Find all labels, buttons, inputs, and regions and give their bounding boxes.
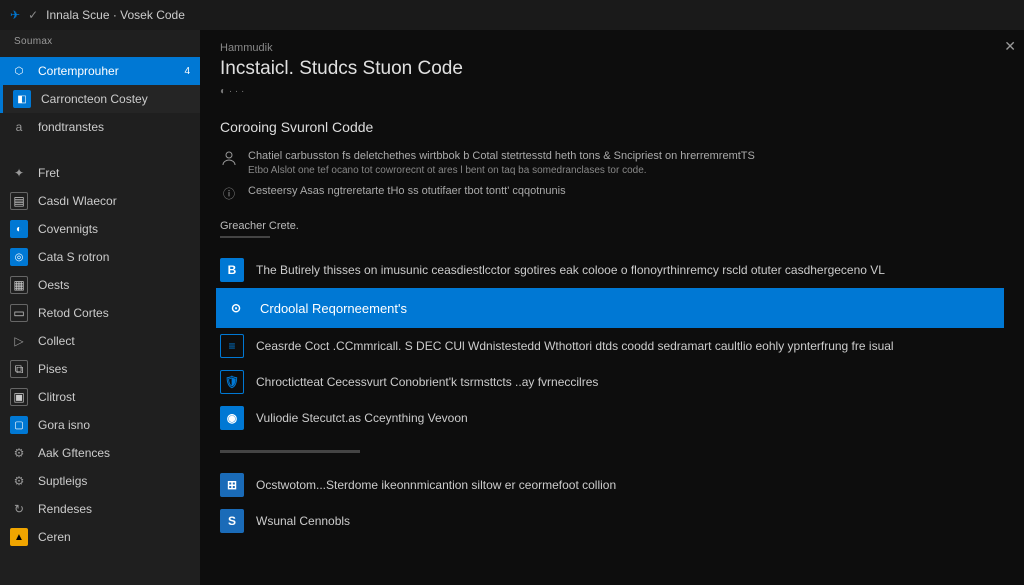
sidebar-item-label: Casdı Wlaecor <box>38 194 117 208</box>
page-sub-icons: ◐ · · · <box>220 86 1004 97</box>
info-text-2: Cesteersy Asas ngtreretarte tHo ss otuti… <box>248 184 566 199</box>
sidebar-icon: ◧ <box>13 90 31 108</box>
sidebar-item2-12[interactable]: ↻ Rendeses <box>0 495 200 523</box>
list-item-icon: B <box>220 258 244 282</box>
sidebar-item-label: Gora isno <box>38 418 90 432</box>
sidebar-icon: ⬡ <box>10 62 28 80</box>
list-item-2[interactable]: ≡ Ceasrde Coct .CCmmricall. S DEC CUl Wdn… <box>220 328 1004 364</box>
sidebar-icon: ◎ <box>10 248 28 266</box>
sidebar-item2-2[interactable]: ◐ Covennigts <box>0 215 200 243</box>
sidebar-item-label: Cata S rotron <box>38 250 109 264</box>
info-text-1-sub: Etbo Alslot one tef ocano tot cowrorecnt… <box>248 164 755 178</box>
main-content: ✕ Hammudik Incstaicl. Studcs Stuon Code … <box>200 30 1024 585</box>
sidebar-item-label: Fret <box>38 166 59 180</box>
sidebar: Soumax ⬡ Cortemprouher 4 ◧ Carroncteon Coste… <box>0 30 200 585</box>
sidebar-item2-8[interactable]: ▣ Clitrost <box>0 383 200 411</box>
sidebar-item2-10[interactable]: ⚙ Aak Gftences <box>0 439 200 467</box>
sidebar-item-label: Collect <box>38 334 75 348</box>
list-item-icon: ≡ <box>220 334 244 358</box>
sidebar-item-label: Cortemprouher <box>38 64 119 78</box>
sidebar-icon: ⧉ <box>10 360 28 378</box>
sidebar-item-label: Ceren <box>38 530 71 544</box>
list-item-1[interactable]: ⊙ Crdoolal Reqorneement's <box>216 288 1004 328</box>
sidebar-item-label: Oests <box>38 278 69 292</box>
sidebar-item-label: Covennigts <box>38 222 98 236</box>
list-item-icon: ◉ <box>220 406 244 430</box>
sidebar-icon: ▦ <box>10 276 28 294</box>
sidebar-icon: ▢ <box>10 416 28 434</box>
list-item-icon: S <box>220 509 244 533</box>
person-icon <box>220 149 238 167</box>
sidebar-item2-7[interactable]: ⧉ Pises <box>0 355 200 383</box>
sidebar-item-label: fondtranstes <box>38 120 104 134</box>
sidebar-section-label: Soumax <box>0 30 200 53</box>
titlebar: ✈ ✓ Innala Scue · Vosek Code <box>0 0 1024 30</box>
sidebar-item2-6[interactable]: ▷ Collect <box>0 327 200 355</box>
sidebar-item-label: Carroncteon Costey <box>41 92 148 106</box>
sidebar-item2-3[interactable]: ◎ Cata S rotron <box>0 243 200 271</box>
sidebar-icon: ⚙ <box>10 472 28 490</box>
sidebar-item2-5[interactable]: ▭ Retod Cortes <box>0 299 200 327</box>
sidebar-icon: ▷ <box>10 332 28 350</box>
list-item-text: Wsunal Cennobls <box>256 514 350 528</box>
divider <box>220 236 270 238</box>
sidebar-item-label: Retod Cortes <box>38 306 109 320</box>
sidebar-item2-13[interactable]: ▲ Ceren <box>0 523 200 551</box>
page-title: Incstaicl. Studcs Stuon Code <box>220 58 1004 80</box>
sidebar-item2-1[interactable]: ▤ Casdı Wlaecor <box>0 187 200 215</box>
sidebar-item-0[interactable]: ⬡ Cortemprouher 4 <box>0 57 200 85</box>
sidebar-icon: ✦ <box>10 164 28 182</box>
list-item-icon: 🛡 <box>220 370 244 394</box>
app-title: Innala Scue · Vosek Code <box>46 8 185 22</box>
sidebar-icon: ▣ <box>10 388 28 406</box>
list-item-text: Vuliodie Stecutct.as Cceynthing Vevoon <box>256 411 468 425</box>
sidebar-icon: ⚙ <box>10 444 28 462</box>
list-item-icon: ⊞ <box>220 473 244 497</box>
badge: 4 <box>184 66 190 77</box>
sidebar-item2-11[interactable]: ⚙ Suptleigs <box>0 467 200 495</box>
sidebar-icon: ◐ <box>10 220 28 238</box>
info-text-1: Chatiel carbusston fs deletchethes wirtb… <box>248 149 755 164</box>
list-item-3[interactable]: 🛡 Chroctictteat Cecessvurt Conobrient'k t… <box>220 364 1004 400</box>
divider <box>220 450 360 453</box>
sub-heading: Greacher Crete. <box>220 220 1004 232</box>
list-item-text: The Butirely thisses on imusunic ceasdie… <box>256 263 885 277</box>
list-item-text: Ocstwotom...Sterdome ikeonnmicantion sil… <box>256 478 616 492</box>
sidebar-item-1[interactable]: ◧ Carroncteon Costey <box>0 85 200 113</box>
list-item-text: Chroctictteat Cecessvurt Conobrient'k ts… <box>256 375 598 389</box>
titlebar-check-icon: ✓ <box>28 8 38 22</box>
info-icon: ⓘ <box>220 184 238 202</box>
sidebar-icon: ▭ <box>10 304 28 322</box>
sidebar-icon: ↻ <box>10 500 28 518</box>
sidebar-item2-4[interactable]: ▦ Oests <box>0 271 200 299</box>
sidebar-item-label: Pises <box>38 362 67 376</box>
sidebar-item2-9[interactable]: ▢ Gora isno <box>0 411 200 439</box>
sidebar-icon: ▲ <box>10 528 28 546</box>
breadcrumb: Hammudik <box>220 42 1004 54</box>
sidebar-item-label: Clitrost <box>38 390 75 404</box>
sidebar-item2-0[interactable]: ✦ Fret <box>0 159 200 187</box>
close-button[interactable]: ✕ <box>1004 38 1016 55</box>
sidebar-item-label: Suptleigs <box>38 474 87 488</box>
list-item-text: Crdoolal Reqorneement's <box>260 301 407 316</box>
sidebar-icon: a <box>10 118 28 136</box>
list-item-icon: ⊙ <box>224 296 248 320</box>
app-icon: ✈ <box>10 8 20 22</box>
list-item-6[interactable]: S Wsunal Cennobls <box>220 503 1004 539</box>
section-heading: Corooing Svuronl Codde <box>220 119 1004 135</box>
sidebar-icon: ▤ <box>10 192 28 210</box>
list-item-5[interactable]: ⊞ Ocstwotom...Sterdome ikeonnmicantion si… <box>220 467 1004 503</box>
sidebar-item-label: Aak Gftences <box>38 446 110 460</box>
sidebar-item-2[interactable]: a fondtranstes <box>0 113 200 141</box>
list-item-4[interactable]: ◉ Vuliodie Stecutct.as Cceynthing Vevoon <box>220 400 1004 436</box>
sidebar-item-label: Rendeses <box>38 502 92 516</box>
list-item-0[interactable]: B The Butirely thisses on imusunic ceasdi… <box>220 252 1004 288</box>
list-item-text: Ceasrde Coct .CCmmricall. S DEC CUl Wdni… <box>256 339 894 353</box>
